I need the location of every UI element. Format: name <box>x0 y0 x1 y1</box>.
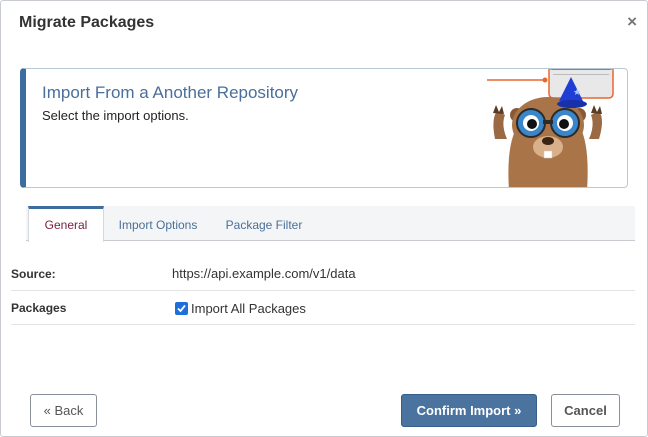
banner-subtitle: Select the import options. <box>42 108 189 123</box>
cancel-button[interactable]: Cancel <box>551 394 620 427</box>
mascot-illustration: ★ <box>487 69 614 187</box>
confirm-import-button[interactable]: Confirm Import » <box>401 394 537 427</box>
source-label: Source: <box>11 267 56 281</box>
migrate-packages-dialog: Migrate Packages × Import From a Another… <box>0 0 648 437</box>
import-all-label[interactable]: Import All Packages <box>191 301 306 316</box>
tab-general[interactable]: General <box>28 206 104 242</box>
tab-bar: General Import Options Package Filter <box>26 206 635 242</box>
source-row: Source: https://api.example.com/v1/data <box>11 257 635 291</box>
back-button[interactable]: « Back <box>30 394 97 427</box>
import-all-checkbox[interactable] <box>175 301 188 315</box>
dialog-title: Migrate Packages <box>19 14 155 31</box>
banner-title: Import From a Another Repository <box>42 83 299 102</box>
packages-row: Packages Import All Packages <box>11 291 635 325</box>
close-icon[interactable]: × <box>627 13 637 30</box>
tab-package-filter[interactable]: Package Filter <box>214 206 314 241</box>
tab-import-options[interactable]: Import Options <box>110 206 206 241</box>
svg-text:★: ★ <box>573 88 581 98</box>
checkmark-icon <box>177 304 186 312</box>
source-value: https://api.example.com/v1/data <box>172 266 356 281</box>
packages-label: Packages <box>11 301 67 315</box>
info-banner: Import From a Another Repository Select … <box>20 68 628 188</box>
import-all-checkbox-group[interactable]: Import All Packages <box>175 291 306 325</box>
